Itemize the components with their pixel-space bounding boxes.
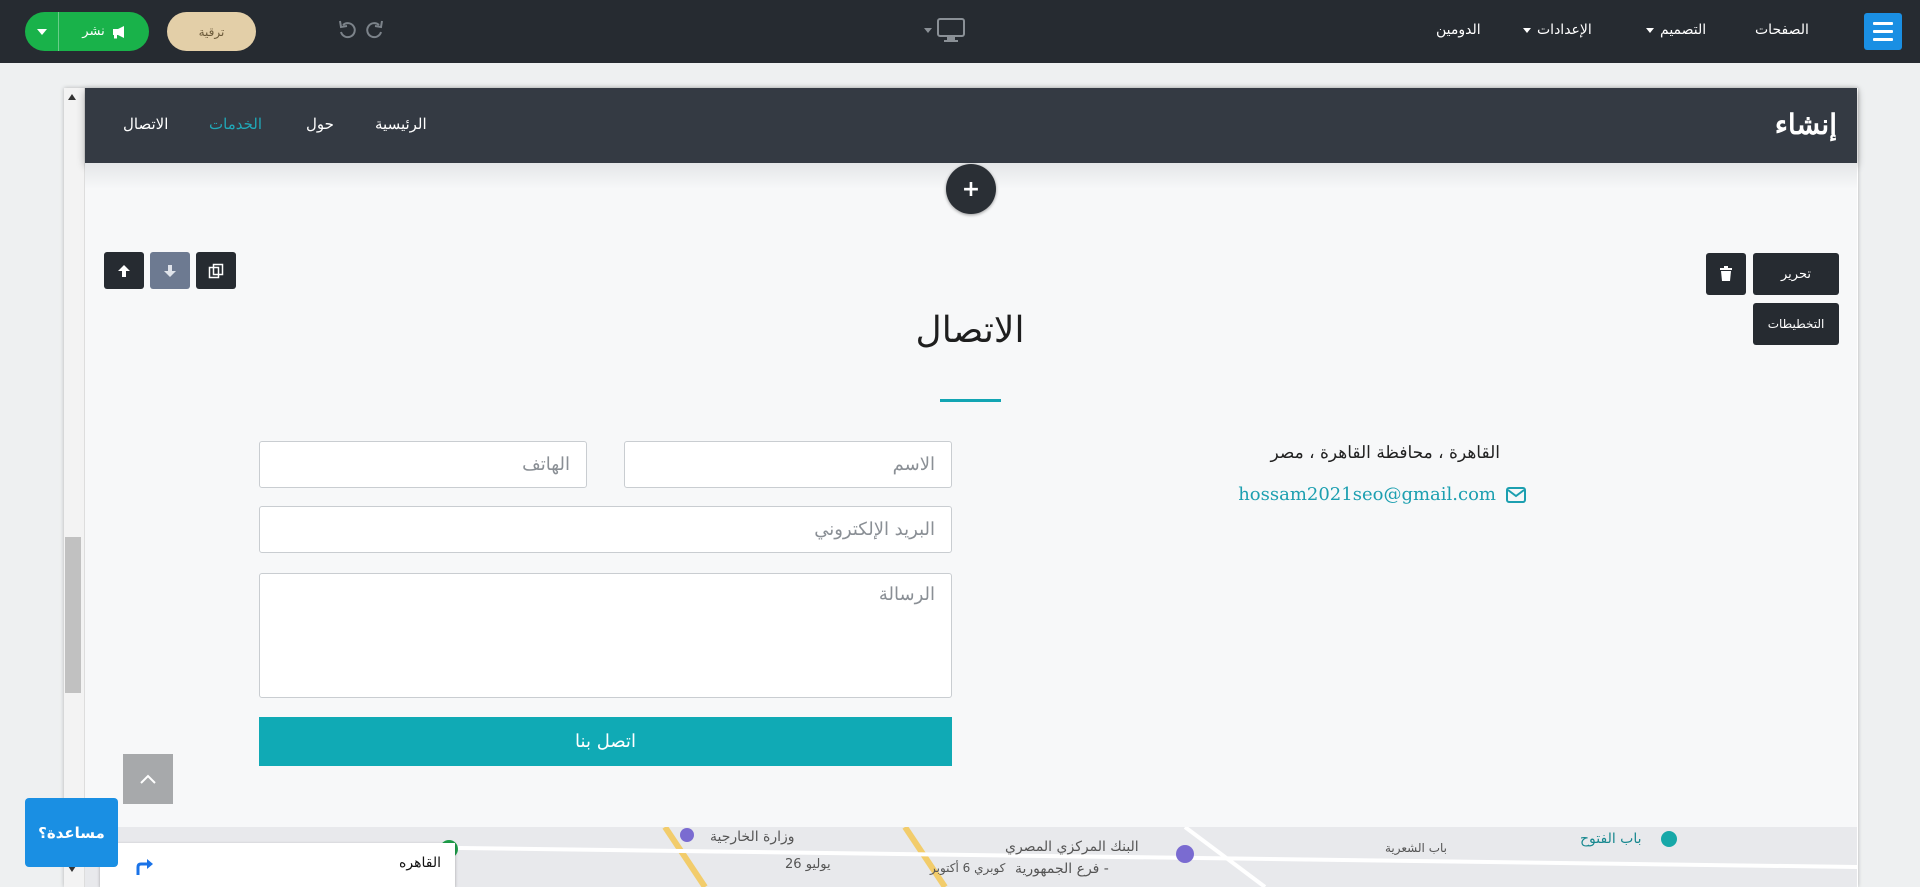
contact-email-row[interactable]: hossam2021seo@gmail.com xyxy=(1100,484,1526,505)
undo-icon[interactable] xyxy=(336,18,360,42)
map-location-card[interactable]: القاهره xyxy=(100,843,455,887)
scrollbar-thumb[interactable] xyxy=(65,537,81,693)
domain-label: الدومين xyxy=(1436,22,1481,38)
settings-menu[interactable]: الإعدادات xyxy=(1523,18,1592,42)
edit-section-button[interactable]: تحرير xyxy=(1753,253,1839,295)
section-title: الاتصال xyxy=(915,310,1025,351)
scroll-up-icon[interactable] xyxy=(68,94,76,100)
chevron-down-icon xyxy=(924,27,932,33)
delete-section-button[interactable] xyxy=(1706,253,1746,295)
help-button[interactable]: مساعدة؟ xyxy=(25,798,118,867)
directions-icon[interactable] xyxy=(134,855,156,877)
redo-icon[interactable] xyxy=(362,18,386,42)
add-section-button[interactable]: + xyxy=(946,164,996,214)
contact-email[interactable]: hossam2021seo@gmail.com xyxy=(1238,484,1496,505)
move-section-up-button[interactable] xyxy=(104,252,144,289)
editor-toolbar: نشر ترقية الدومين الإعدادات التصميم الصف… xyxy=(0,0,1920,63)
domain-menu[interactable]: الدومين xyxy=(1436,18,1481,42)
trash-icon xyxy=(1720,266,1732,281)
device-preview-selector[interactable] xyxy=(924,15,972,45)
design-menu[interactable]: التصميم xyxy=(1646,18,1706,42)
arrow-down-icon xyxy=(164,264,176,277)
map-label-bab-elfutuh: باب الفتوح xyxy=(1580,831,1642,847)
design-label: التصميم xyxy=(1660,22,1707,38)
chevron-down-icon xyxy=(1523,27,1531,33)
site-nav-contact[interactable]: الاتصال xyxy=(123,115,168,133)
pages-menu[interactable]: الصفحات xyxy=(1755,18,1809,42)
chevron-down-icon xyxy=(1646,27,1654,33)
map-label-republic-branch: فرع الجمهورية - xyxy=(1015,861,1109,877)
contact-submit-button[interactable]: اتصل بنا xyxy=(259,717,952,766)
site-nav-services[interactable]: الخدمات xyxy=(209,115,262,133)
map-label-foreign-ministry: وزارة الخارجية xyxy=(710,829,795,845)
settings-label: الإعدادات xyxy=(1537,22,1592,38)
arrow-up-icon xyxy=(118,264,130,277)
map-label-july-26: 26 يوليو xyxy=(785,857,831,872)
publish-label: نشر xyxy=(82,24,105,39)
megaphone-icon xyxy=(112,25,124,38)
site-logo[interactable]: إنشاء xyxy=(1775,108,1837,141)
site-header: إنشاء الرئيسية حول الخدمات الاتصال xyxy=(85,88,1857,163)
chevron-down-icon xyxy=(36,28,47,35)
upgrade-button[interactable]: ترقية xyxy=(167,12,256,51)
name-field[interactable]: الاسم xyxy=(624,441,952,488)
phone-field[interactable]: الهاتف xyxy=(259,441,587,488)
back-to-top-button[interactable] xyxy=(123,754,173,804)
publish-options-caret[interactable] xyxy=(25,12,59,51)
copy-icon xyxy=(208,263,224,278)
envelope-icon xyxy=(1506,486,1526,503)
chevron-up-icon xyxy=(140,774,156,784)
message-field[interactable]: الرسالة xyxy=(259,573,952,698)
title-divider xyxy=(940,399,1001,402)
map-label-bab-elshaaria: باب الشعرية xyxy=(1385,841,1447,855)
site-nav-about[interactable]: حول xyxy=(306,115,334,133)
move-section-down-button[interactable] xyxy=(150,252,190,289)
map-city-name: القاهره xyxy=(399,855,441,871)
layouts-button[interactable]: التخطيطات xyxy=(1753,303,1839,345)
duplicate-section-button[interactable] xyxy=(196,252,236,289)
contact-address: القاهرة ، محافظة القاهرة ، مصر xyxy=(1270,443,1500,463)
email-field[interactable]: البريد الإلكتروني xyxy=(259,506,952,553)
map-label-october-6-bridge: كوبري 6 أكتوبر xyxy=(930,861,1006,875)
map-label-central-bank: البنك المركزي المصري xyxy=(1005,839,1139,855)
desktop-icon xyxy=(937,18,965,42)
publish-button[interactable]: نشر xyxy=(25,12,149,51)
canvas-scrollbar[interactable] xyxy=(64,88,85,887)
main-menu-button[interactable] xyxy=(1864,13,1902,50)
site-nav-home[interactable]: الرئيسية xyxy=(375,115,427,133)
pages-label: الصفحات xyxy=(1755,22,1809,38)
